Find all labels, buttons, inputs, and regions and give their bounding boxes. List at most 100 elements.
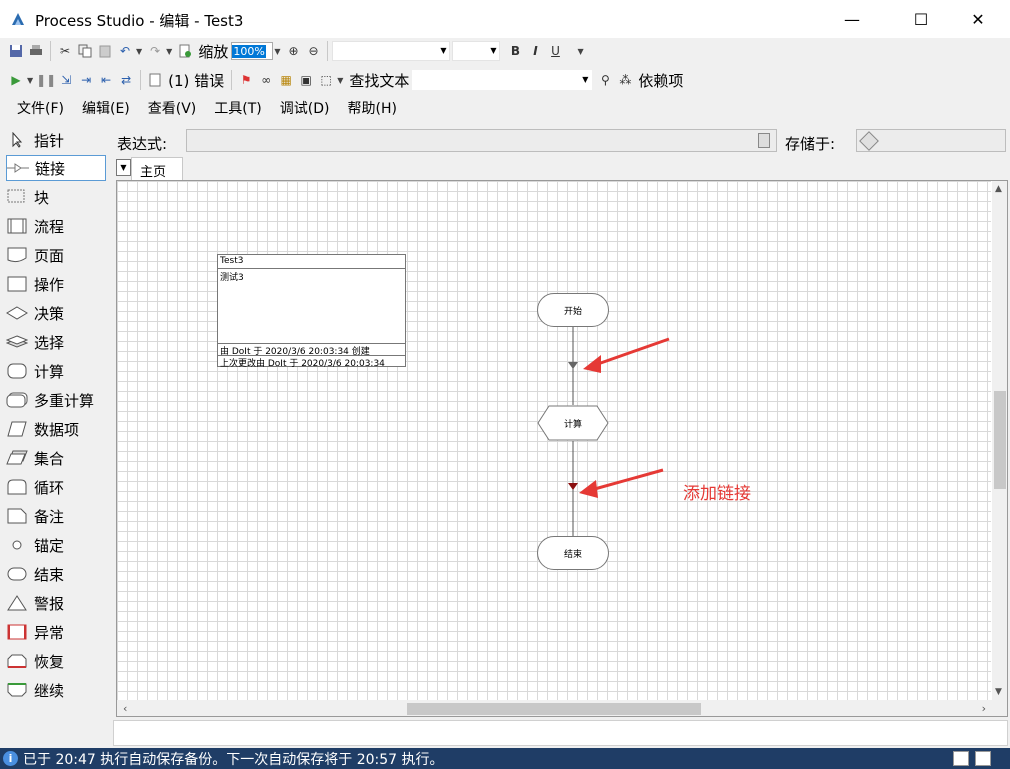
palette-item-resume[interactable]: 继续 xyxy=(6,677,106,703)
bold-button[interactable]: B xyxy=(506,42,524,60)
page-list-dropdown[interactable]: ▼ xyxy=(116,159,131,176)
palette-item-alert[interactable]: 警报 xyxy=(6,590,106,616)
tab-main-page[interactable]: 主页 xyxy=(131,157,183,180)
underline-button[interactable]: U xyxy=(546,42,564,60)
layout-icon[interactable]: ▣ xyxy=(297,71,315,89)
watch-icon[interactable]: ∞ xyxy=(257,71,275,89)
palette-item-anchor[interactable]: 锚定 xyxy=(6,532,106,558)
palette-label: 备注 xyxy=(34,507,65,526)
palette-item-process[interactable]: 流程 xyxy=(6,213,106,239)
palette-item-exception[interactable]: 异常 xyxy=(6,619,106,645)
dependencies-button[interactable]: 依赖项 xyxy=(638,70,683,91)
vertical-scrollbar[interactable]: ▲ ▼ xyxy=(992,181,1007,700)
menu-debug[interactable]: 调试(D) xyxy=(271,98,339,118)
zoom-in-icon[interactable]: ⊕ xyxy=(284,42,302,60)
menu-view[interactable]: 查看(V) xyxy=(139,98,206,118)
italic-button[interactable]: I xyxy=(526,42,544,60)
scroll-up-icon[interactable]: ▲ xyxy=(995,184,1002,194)
process-icon xyxy=(6,216,28,236)
vertical-scroll-thumb[interactable] xyxy=(994,391,1006,489)
palette-item-collection[interactable]: 集合 xyxy=(6,445,106,471)
minimize-button[interactable]: — xyxy=(829,0,875,38)
errors-icon[interactable] xyxy=(146,71,164,89)
breakpoint-flag-icon[interactable]: ⚑ xyxy=(237,71,255,89)
font-size-combobox[interactable]: ▼ xyxy=(452,41,501,61)
scroll-left-icon[interactable]: ‹ xyxy=(123,702,127,715)
palette-item-multi-calculation[interactable]: 多重计算 xyxy=(6,387,106,413)
find-binoculars-icon[interactable]: ⚲ xyxy=(596,71,614,89)
menu-file[interactable]: 文件(F) xyxy=(8,98,73,118)
color-dropdown-icon[interactable]: ▼ xyxy=(577,47,583,56)
undo-icon[interactable]: ↶ xyxy=(116,42,134,60)
close-button[interactable]: ✕ xyxy=(955,0,1001,38)
scroll-down-icon[interactable]: ▼ xyxy=(995,687,1002,697)
zoom-dropdown-icon[interactable]: ▼ xyxy=(274,47,280,56)
step-out-icon[interactable]: ⇤ xyxy=(97,71,115,89)
zoom-combobox[interactable]: 100% xyxy=(231,42,274,60)
refresh-page-icon[interactable] xyxy=(176,42,194,60)
font-name-combobox[interactable]: ▼ xyxy=(332,41,451,61)
palette-item-calculation[interactable]: 计算 xyxy=(6,358,106,384)
run-dropdown-icon[interactable]: ▼ xyxy=(27,76,33,85)
palette-item-data-item[interactable]: 数据项 xyxy=(6,416,106,442)
palette-label: 异常 xyxy=(34,623,65,642)
select-region-icon[interactable]: ⬚ xyxy=(317,71,335,89)
redo-dropdown-icon[interactable]: ▼ xyxy=(166,47,172,56)
end-icon xyxy=(6,564,28,584)
scroll-corner xyxy=(992,700,1007,716)
end-stage[interactable]: 结束 xyxy=(537,536,609,570)
process-canvas[interactable]: Test3 测试3 由 DoIt 于 2020/3/6 20:03:34 创建 … xyxy=(116,180,1008,717)
store-in-input[interactable] xyxy=(856,129,1006,152)
select-dropdown-icon[interactable]: ▼ xyxy=(337,76,343,85)
undo-dropdown-icon[interactable]: ▼ xyxy=(136,47,142,56)
chevron-down-icon: ▼ xyxy=(582,75,589,84)
palette-item-action[interactable]: 操作 xyxy=(6,271,106,297)
link-arrow-1 xyxy=(568,362,578,369)
palette-item-link[interactable]: 链接 xyxy=(6,155,106,181)
menu-tools[interactable]: 工具(T) xyxy=(205,98,270,118)
paste-icon[interactable] xyxy=(96,42,114,60)
maximize-button[interactable]: ☐ xyxy=(898,0,944,38)
calculator-icon[interactable] xyxy=(758,133,770,148)
horizontal-scrollbar[interactable]: ‹ › xyxy=(117,700,992,716)
print-icon[interactable] xyxy=(27,42,45,60)
scroll-right-icon[interactable]: › xyxy=(982,702,986,715)
palette-item-end[interactable]: 结束 xyxy=(6,561,106,587)
pause-icon[interactable]: ❚❚ xyxy=(36,71,56,89)
status-copy-icon[interactable] xyxy=(953,751,969,766)
toolbar-separator xyxy=(231,70,233,90)
expression-input[interactable] xyxy=(186,129,777,152)
step-over-icon[interactable]: ⇥ xyxy=(77,71,95,89)
zoom-value: 100% xyxy=(232,44,266,58)
cut-icon[interactable]: ✂ xyxy=(56,42,74,60)
palette-item-choice[interactable]: 选择 xyxy=(6,329,106,355)
chevron-down-icon: ▼ xyxy=(120,163,127,172)
menu-edit[interactable]: 编辑(E) xyxy=(73,98,139,118)
run-icon[interactable]: ▶ xyxy=(7,71,25,89)
palette-item-block[interactable]: 块 xyxy=(6,184,106,210)
palette-item-page[interactable]: 页面 xyxy=(6,242,106,268)
calculation-stage[interactable]: 计算 xyxy=(537,405,609,441)
menu-help[interactable]: 帮助(H) xyxy=(338,98,405,118)
reset-icon[interactable]: ⇄ xyxy=(117,71,135,89)
palette-item-note[interactable]: 备注 xyxy=(6,503,106,529)
palette-label: 流程 xyxy=(34,217,65,236)
horizontal-scroll-thumb[interactable] xyxy=(407,703,701,715)
copy-icon[interactable] xyxy=(76,42,94,60)
status-edit-icon[interactable] xyxy=(975,751,991,766)
save-icon[interactable] xyxy=(7,42,25,60)
zoom-out-icon[interactable]: ⊖ xyxy=(304,42,322,60)
find-text-input[interactable]: ▼ xyxy=(412,70,593,90)
redo-icon[interactable]: ↷ xyxy=(146,42,164,60)
errors-button[interactable]: (1) 错误 xyxy=(168,70,224,91)
toolbar-separator xyxy=(140,70,142,90)
step-icon[interactable]: ⇲ xyxy=(57,71,75,89)
data-explorer-icon[interactable]: ▦ xyxy=(277,71,295,89)
decision-icon xyxy=(6,303,28,323)
start-stage[interactable]: 开始 xyxy=(537,293,609,327)
palette-item-recover[interactable]: 恢复 xyxy=(6,648,106,674)
palette-item-decision[interactable]: 决策 xyxy=(6,300,106,326)
dependencies-icon[interactable]: ⁂ xyxy=(616,71,634,89)
palette-item-loop[interactable]: 循环 xyxy=(6,474,106,500)
palette-item-pointer[interactable]: 指针 xyxy=(6,127,106,153)
